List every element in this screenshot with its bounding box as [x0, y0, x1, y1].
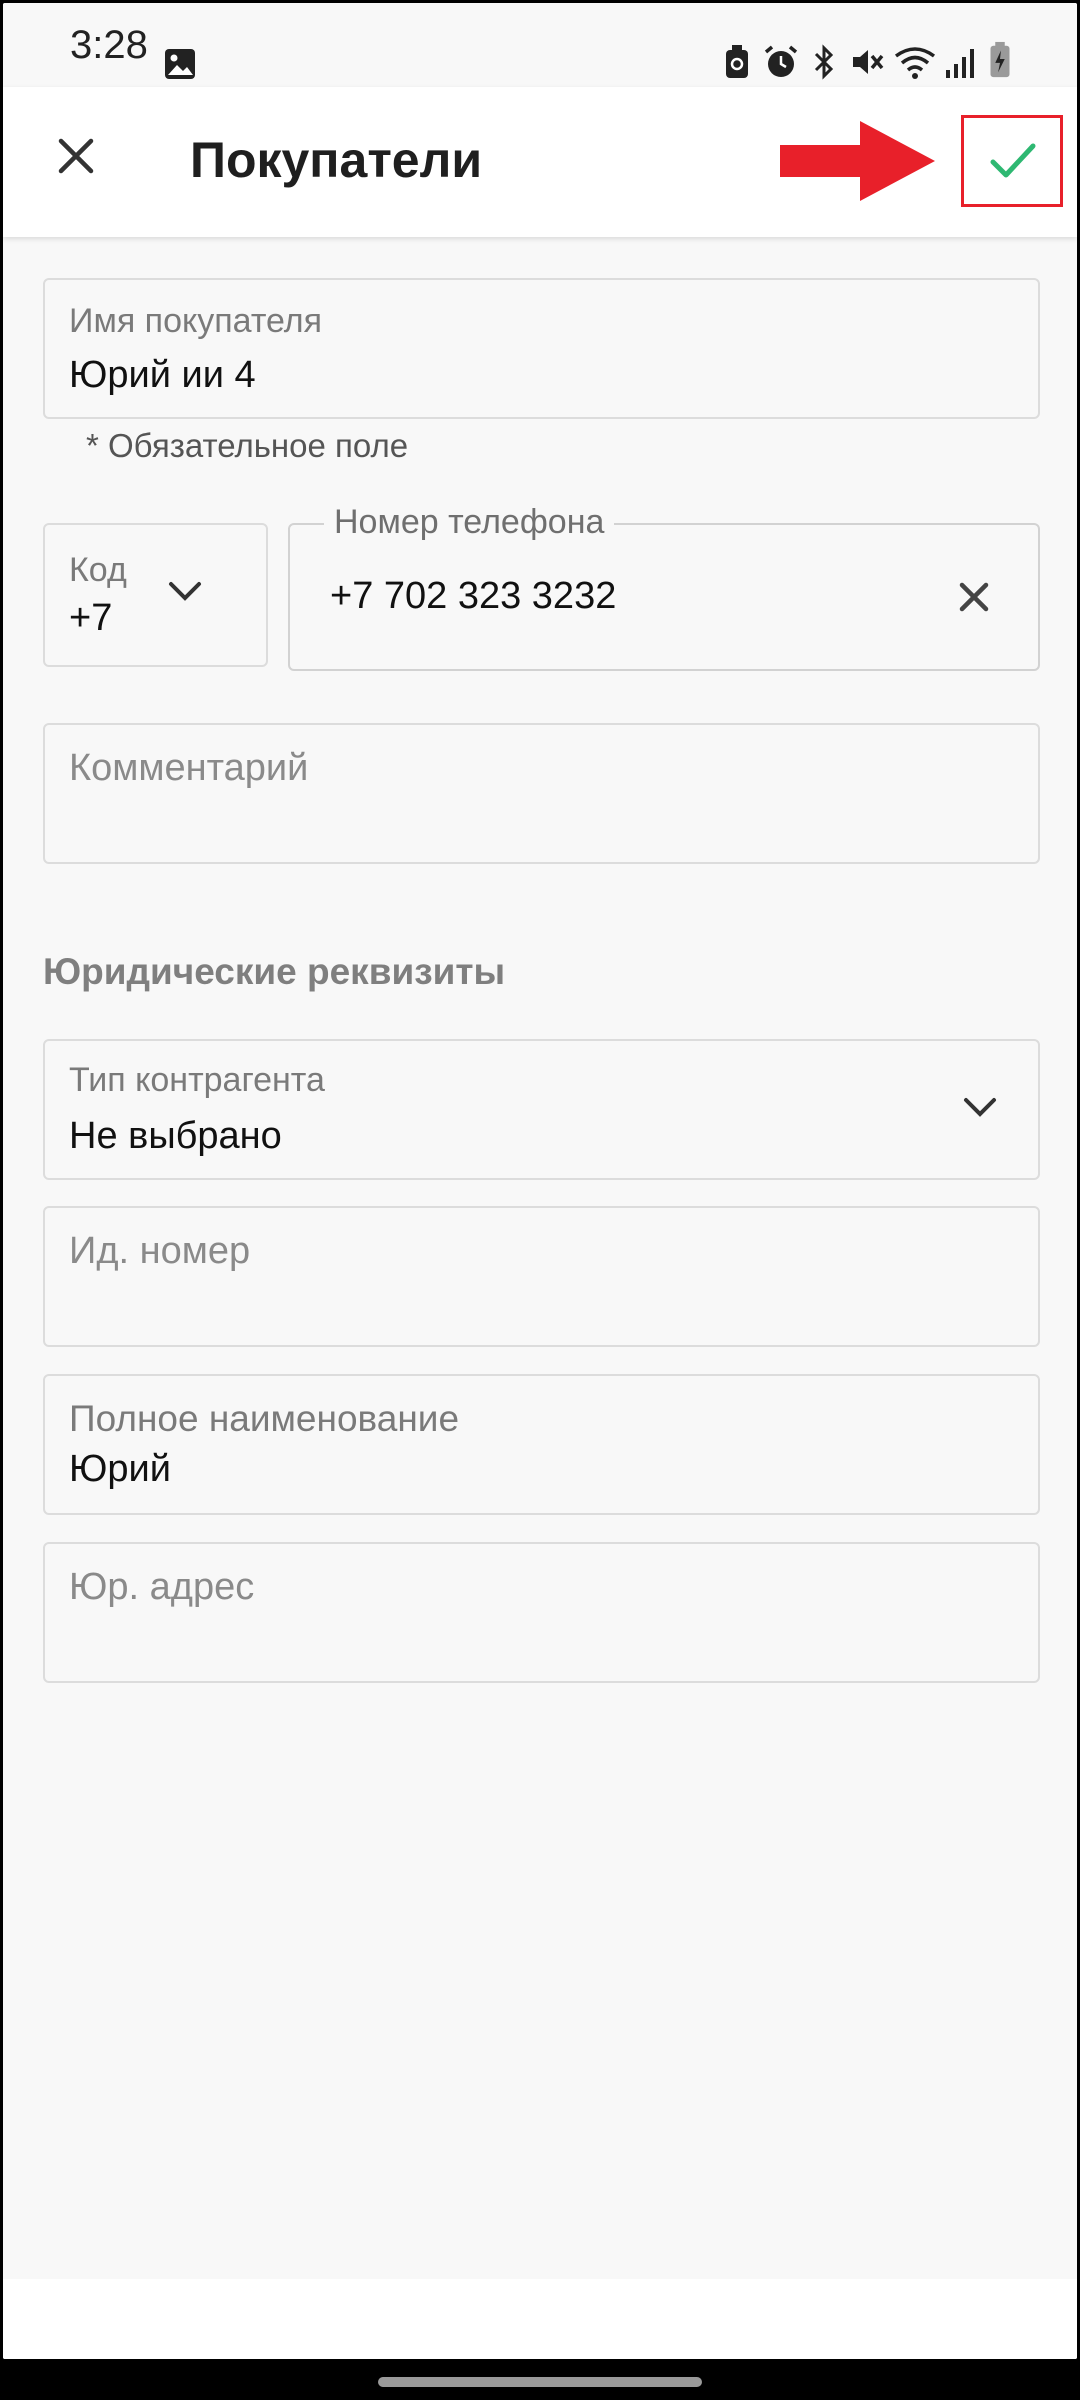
counterparty-type-value: Не выбрано — [69, 1115, 282, 1157]
bluetooth-icon — [814, 44, 834, 80]
legal-address-field[interactable]: Юр. адрес — [43, 1542, 1040, 1683]
mute-icon — [853, 50, 884, 74]
counterparty-type-dropdown[interactable]: Тип контрагента Не выбрано — [43, 1039, 1040, 1180]
navigation-handle[interactable] — [378, 2377, 702, 2387]
status-time: 3:28 — [70, 23, 148, 67]
image-icon — [165, 49, 195, 79]
battery-charging-icon — [990, 41, 1010, 78]
country-code-label: Код — [69, 551, 127, 589]
red-arrow-annotation — [780, 121, 935, 201]
alarm-icon — [764, 45, 798, 77]
clear-icon[interactable] — [950, 573, 998, 621]
close-button[interactable] — [43, 123, 109, 189]
phone-number-value: +7 702 323 3232 — [330, 575, 617, 617]
phone-number-field[interactable]: Номер телефона +7 702 323 3232 — [288, 503, 1040, 671]
comment-placeholder: Комментарий — [69, 747, 309, 789]
bottom-area — [3, 2279, 1077, 2359]
country-code-dropdown[interactable]: Код +7 — [43, 523, 268, 667]
legal-address-placeholder: Юр. адрес — [69, 1566, 255, 1608]
counterparty-type-label: Тип контрагента — [69, 1061, 325, 1099]
app-bar: Покупатели — [3, 87, 1077, 237]
page-title: Покупатели — [190, 132, 483, 188]
customer-name-label: Имя покупателя — [69, 302, 323, 340]
wifi-icon — [894, 47, 936, 79]
legal-details-section-title: Юридические реквизиты — [43, 951, 506, 992]
full-name-value: Юрий — [69, 1448, 171, 1490]
phone-number-label: Номер телефона — [324, 503, 615, 542]
id-number-placeholder: Ид. номер — [69, 1230, 251, 1272]
close-icon — [58, 138, 94, 174]
required-field-helper: * Обязательное поле — [86, 427, 409, 464]
full-name-field[interactable]: Полное наименование Юрий — [43, 1374, 1040, 1515]
check-icon — [990, 143, 1036, 178]
id-number-field[interactable]: Ид. номер — [43, 1206, 1040, 1347]
comment-field[interactable]: Комментарий — [43, 723, 1040, 864]
app-screen: 3:28 Покупатели Имя покупателя Юрий ии 4… — [3, 3, 1077, 2359]
customer-name-field[interactable]: Имя покупателя Юрий ии 4 — [43, 278, 1040, 419]
battery-saver-icon — [726, 45, 748, 78]
customer-name-value: Юрий ии 4 — [69, 354, 256, 396]
confirm-button[interactable] — [961, 115, 1063, 207]
status-bar: 3:28 — [3, 3, 1077, 87]
chevron-down-icon — [169, 582, 201, 601]
signal-icon — [946, 49, 974, 78]
full-name-label: Полное наименование — [69, 1398, 460, 1439]
chevron-down-icon — [964, 1098, 996, 1117]
country-code-value: +7 — [69, 597, 113, 639]
